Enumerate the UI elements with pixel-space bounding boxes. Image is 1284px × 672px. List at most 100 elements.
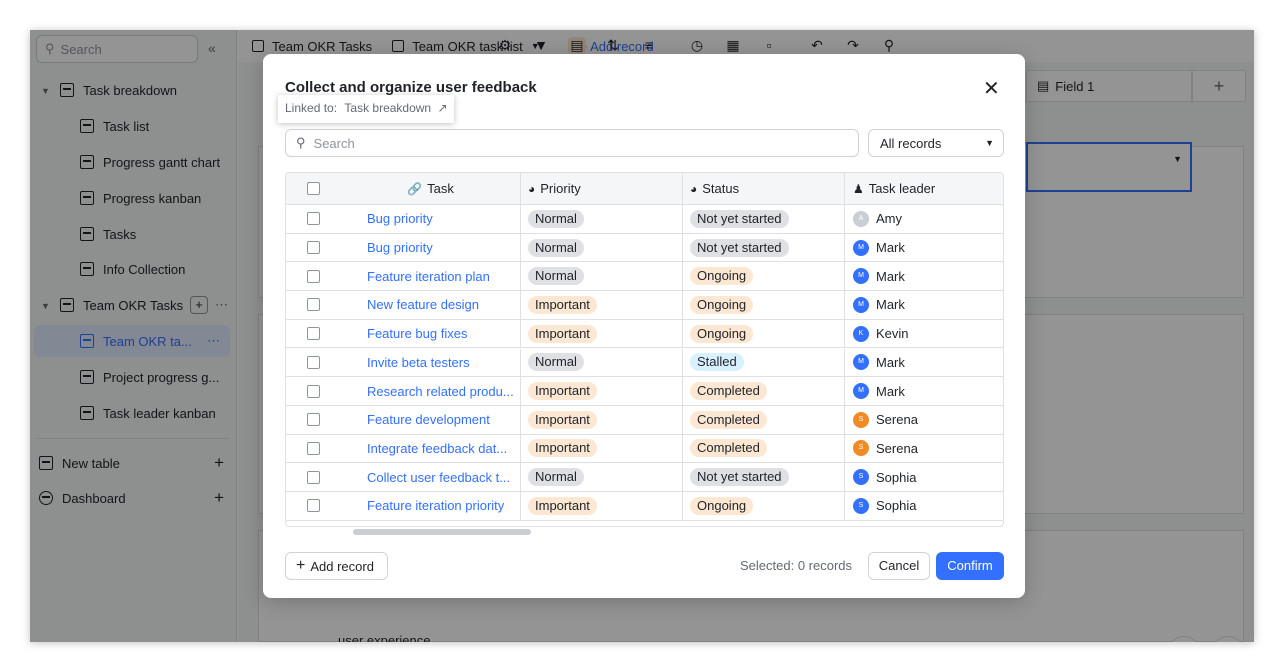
task-cell[interactable]: Feature bug fixes [341,319,521,348]
task-name[interactable]: Feature iteration plan [367,269,490,284]
priority-badge: Important [528,496,597,515]
task-name[interactable]: Feature bug fixes [367,326,467,341]
priority-badge: Normal [528,238,584,257]
status-cell: Ongoing [683,262,845,291]
priority-badge: Normal [528,267,584,286]
table-row[interactable]: Bug priority Normal Not yet started A Amy [286,205,1003,234]
avatar: K [853,325,869,342]
select-all-checkbox[interactable] [286,173,341,204]
leader-name: Mark [876,383,905,399]
table-row[interactable]: Feature bug fixes Important Ongoing K Kevin [286,319,1003,349]
column-label: Task leader [868,181,936,196]
row-checkbox[interactable] [286,377,341,405]
task-cell[interactable]: Invite beta testers [341,348,521,377]
table-header: 🔗 Task ◕ Priority ◕ Status ♟ Task leader [286,173,1003,205]
table-row[interactable]: Invite beta testers Normal Stalled M Mark [286,348,1003,378]
table-row[interactable]: Integrate feedback dat... Important Comple… [286,434,1003,464]
status-badge: Stalled [690,353,744,372]
checkbox[interactable] [307,327,320,341]
row-checkbox[interactable] [286,349,341,377]
linked-table-link[interactable]: Task breakdown [344,101,431,115]
leader-cell: S Serena [845,406,1003,434]
task-name[interactable]: Bug priority [367,240,433,255]
leader-cell: S Serena [845,435,1003,463]
task-cell[interactable]: Integrate feedback dat... [341,434,521,463]
leader-name: Mark [876,268,905,284]
add-record-button[interactable]: + Add record [285,552,388,580]
task-cell[interactable]: Feature iteration plan [341,262,521,291]
task-name[interactable]: Invite beta testers [367,355,470,370]
table-row[interactable]: Collect user feedback t... Normal Not yet … [286,463,1003,492]
task-cell[interactable]: Bug priority [341,205,521,233]
task-cell[interactable]: Bug priority [341,233,521,262]
leader-name: Sophia [876,469,917,485]
table-row[interactable]: Feature iteration plan Normal Ongoing M Mark [286,262,1003,292]
row-checkbox[interactable] [286,463,341,491]
table-row[interactable]: Research related produ... Important Comple… [286,377,1003,406]
close-icon[interactable]: ✕ [983,76,1000,101]
task-cell[interactable]: Feature iteration priority [341,492,521,520]
status-badge: Ongoing [690,267,754,286]
checkbox[interactable] [307,355,320,369]
row-checkbox[interactable] [286,435,341,463]
chevron-down-icon: ▼ [985,138,994,148]
confirm-button[interactable]: Confirm [936,552,1004,580]
avatar: M [853,296,869,313]
avatar: M [853,354,869,371]
checkbox[interactable] [307,441,320,455]
priority-cell: Normal [521,262,683,291]
task-cell[interactable]: Research related produ... [341,377,521,405]
task-name[interactable]: Feature iteration priority [367,498,504,513]
row-checkbox[interactable] [286,320,341,348]
records-search-input[interactable]: ⚲ Search [285,129,859,157]
column-header-priority[interactable]: ◕ Priority [521,173,683,204]
task-name[interactable]: Research related produ... [367,384,514,399]
checkbox[interactable] [307,241,320,255]
table-row[interactable]: Feature iteration priority Important Ongoi… [286,492,1003,521]
row-checkbox[interactable] [286,406,341,434]
priority-cell: Important [521,319,683,348]
row-checkbox[interactable] [286,205,341,233]
task-name[interactable]: New feature design [367,297,479,312]
task-cell[interactable]: Collect user feedback t... [341,463,521,491]
row-checkbox[interactable] [286,262,341,290]
table-row[interactable]: New feature design Important Ongoing M Mark [286,291,1003,320]
task-name[interactable]: Collect user feedback t... [367,470,510,485]
task-name[interactable]: Bug priority [367,211,433,226]
checkbox[interactable] [307,298,320,312]
status-badge: Not yet started [690,209,789,228]
task-cell[interactable]: Feature development [341,405,521,434]
row-checkbox[interactable] [286,492,341,520]
column-header-task[interactable]: 🔗 Task [341,173,521,204]
search-placeholder: Search [313,135,355,151]
table-row[interactable]: Bug priority Normal Not yet started M Mark [286,233,1003,263]
horizontal-scrollbar[interactable] [353,529,531,535]
status-cell: Not yet started [683,205,845,233]
checkbox[interactable] [307,182,320,195]
row-checkbox[interactable] [286,234,341,262]
checkbox[interactable] [307,384,320,398]
status-badge: Ongoing [690,295,754,314]
avatar: S [853,411,869,428]
leader-cell: S Sophia [845,492,1003,520]
column-header-task-leader[interactable]: ♟ Task leader [845,173,1003,204]
column-label: Priority [540,181,581,196]
linked-to-tooltip: Linked to: Task breakdown ↗ [278,95,454,123]
row-checkbox[interactable] [286,291,341,319]
checkbox[interactable] [307,470,320,484]
checkbox[interactable] [307,499,320,513]
task-name[interactable]: Integrate feedback dat... [367,441,507,456]
table-row[interactable]: Feature development Important Completed S Se… [286,405,1003,435]
task-cell[interactable]: New feature design [341,291,521,319]
checkbox[interactable] [307,269,320,283]
checkbox[interactable] [307,413,320,427]
priority-cell: Important [521,434,683,463]
cancel-button[interactable]: Cancel [868,552,930,580]
task-name[interactable]: Feature development [367,412,490,427]
status-cell: Not yet started [683,233,845,262]
status-cell: Completed [683,405,845,434]
column-header-status[interactable]: ◕ Status [683,173,845,204]
checkbox[interactable] [307,212,320,226]
records-filter-select[interactable]: All records ▼ [868,129,1004,157]
external-link-icon[interactable]: ↗ [437,101,447,115]
